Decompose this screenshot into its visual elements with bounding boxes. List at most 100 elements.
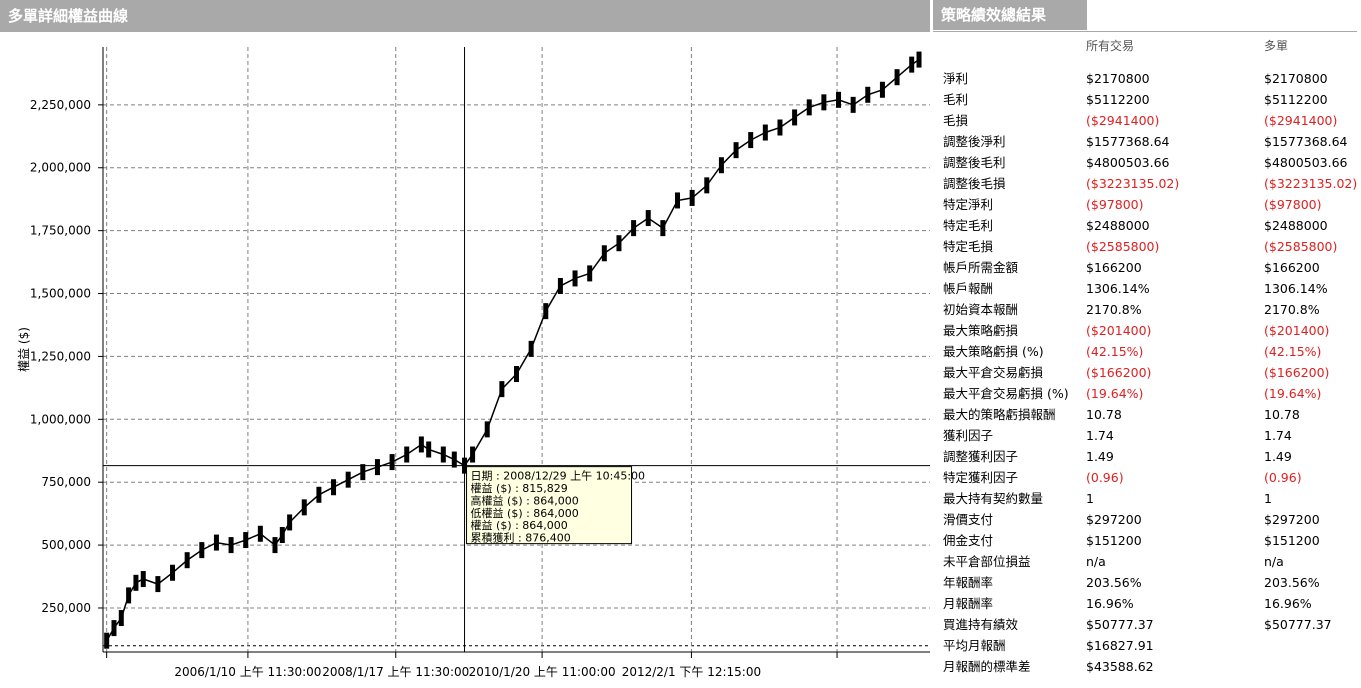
metric-row: 特定毛損 ($2585800) ($2585800) (933, 236, 1361, 257)
equity-bar (528, 340, 534, 357)
y-tick-label: 1,750,000 (30, 224, 91, 238)
tooltip-line: 高權益 ($) : 864,000 (471, 493, 579, 507)
metric-value-all: $1577368.64 (1086, 134, 1170, 149)
metric-row: 最大策略虧損 ($201400) ($201400) (933, 320, 1361, 341)
equity-bar (916, 51, 922, 68)
equity-bar (836, 91, 842, 108)
equity-bar (850, 96, 856, 113)
metric-value-all: $5112200 (1086, 92, 1150, 107)
metric-label: 佣金支付 (943, 533, 994, 548)
metric-row: 買進持有績效 $50777.37 $50777.37 (933, 614, 1361, 635)
metric-value-long: $4800503.66 (1264, 155, 1348, 170)
equity-bar (140, 571, 146, 588)
metric-value-all: 1.49 (1086, 449, 1114, 464)
equity-bar (718, 157, 724, 174)
plot-area (103, 47, 930, 652)
y-tick-label: 2,250,000 (30, 98, 91, 112)
equity-bar (126, 587, 132, 604)
metric-value-all: 10.78 (1086, 407, 1122, 422)
equity-bar (404, 446, 410, 463)
x-tick-label: 2012/2/1 下午 12:15:00 (622, 665, 761, 679)
metric-row: 最大平倉交易虧損 (%) (19.64%) (19.64%) (933, 383, 1361, 404)
metric-label: 最大策略虧損 (943, 323, 1019, 338)
metric-row: 初始資本報酬 2170.8% 2170.8% (933, 299, 1361, 320)
equity-curve-title: 多單詳細權益曲線 (0, 0, 930, 32)
metric-row: 最大的策略虧損報酬 10.78 10.78 (933, 404, 1361, 425)
equity-bar (104, 632, 110, 649)
equity-bar (155, 576, 161, 593)
equity-bar (631, 220, 637, 237)
metric-row: 佣金支付 $151200 $151200 (933, 530, 1361, 551)
metric-value-all: $50777.37 (1086, 617, 1154, 632)
metric-value-all: ($201400) (1086, 323, 1152, 338)
metric-value-all: (19.64%) (1086, 386, 1144, 401)
metric-value-long: ($2585800) (1264, 239, 1338, 254)
metric-value-long: $297200 (1264, 512, 1320, 527)
equity-bar (484, 421, 490, 438)
metric-value-long: ($97800) (1264, 197, 1322, 212)
metric-value-long: (42.15%) (1264, 344, 1322, 359)
equity-bar (243, 532, 249, 549)
metric-label: 調整獲利因子 (943, 449, 1019, 464)
equity-bar (762, 124, 768, 141)
equity-chart[interactable]: 250,000 500,000 750,000 1,000,000 1,250,000 1… (0, 32, 930, 688)
equity-bar (689, 189, 695, 206)
metric-value-all: $2488000 (1086, 218, 1150, 233)
equity-bar (660, 220, 666, 237)
equity-bar (331, 479, 337, 496)
equity-bar (228, 537, 234, 554)
equity-bar (587, 265, 593, 282)
equity-bar (389, 454, 395, 471)
metric-value-all: ($2585800) (1086, 239, 1160, 254)
metric-value-all: $16827.91 (1086, 638, 1154, 653)
metric-row: 毛損 ($2941400) ($2941400) (933, 110, 1361, 131)
metric-label: 帳戶所需金額 (943, 260, 1019, 275)
metric-label: 毛損 (943, 113, 969, 128)
metric-value-all: ($166200) (1086, 365, 1152, 380)
metric-value-all: $43588.62 (1086, 659, 1154, 674)
equity-bar (616, 235, 622, 252)
metric-value-long: $5112200 (1264, 92, 1328, 107)
equity-bar (645, 210, 651, 227)
metric-row: 調整後淨利 $1577368.64 $1577368.64 (933, 131, 1361, 152)
metric-value-long: 10.78 (1264, 407, 1300, 422)
metric-row: 特定毛利 $2488000 $2488000 (933, 215, 1361, 236)
metric-value-all: $2170800 (1086, 71, 1150, 86)
equity-bar (111, 620, 117, 637)
metric-value-all: $4800503.66 (1086, 155, 1170, 170)
equity-bar (748, 132, 754, 149)
metric-row: 月報酬的標準差 $43588.62 (933, 656, 1361, 677)
metric-label: 最大策略虧損 (%) (943, 344, 1044, 359)
tooltip-line: 日期 : 2008/12/29 上午 10:45:00 (471, 470, 646, 483)
metric-row: 最大持有契約數量 1 1 (933, 488, 1361, 509)
tooltip-line: 權益 ($) : 864,000 (471, 518, 568, 532)
equity-bar (199, 542, 205, 559)
performance-summary-panel: 策略績效總結果 所有交易 多單 淨利 $2170800 $2170800 毛利 $511… (933, 0, 1361, 688)
equity-bar (213, 534, 219, 551)
equity-bar (345, 471, 351, 488)
metric-value-long: $50777.37 (1264, 617, 1332, 632)
metric-label: 調整後毛損 (943, 176, 1006, 191)
metric-row: 最大策略虧損 (%) (42.15%) (42.15%) (933, 341, 1361, 362)
metric-row: 平均月報酬 $16827.91 (933, 635, 1361, 656)
equity-bar (133, 574, 139, 591)
equity-bar (514, 366, 519, 383)
metric-value-long: 1.74 (1264, 428, 1292, 443)
metric-value-long: ($166200) (1264, 365, 1330, 380)
equity-bar (418, 436, 424, 453)
equity-bar (601, 245, 607, 262)
metric-value-all: (0.96) (1086, 470, 1124, 485)
y-tick-label: 750,000 (41, 475, 91, 489)
metric-label: 月報酬的標準差 (943, 659, 1031, 674)
y-tick-label: 500,000 (41, 538, 91, 552)
metric-value-all: 1306.14% (1086, 281, 1150, 296)
metric-value-all: n/a (1086, 554, 1106, 569)
tooltip-line: 權益 ($) : 815,829 (471, 481, 568, 495)
metric-value-long: 2170.8% (1264, 302, 1320, 317)
metric-value-all: $166200 (1086, 260, 1142, 275)
equity-bar (440, 446, 446, 463)
y-tick-label: 1,250,000 (30, 349, 91, 363)
metric-label: 未平倉部位損益 (943, 554, 1031, 569)
tooltip-line: 低權益 ($) : 864,000 (471, 506, 579, 520)
x-tick-label: 2010/1/20 上午 11:00:00 (469, 665, 616, 679)
